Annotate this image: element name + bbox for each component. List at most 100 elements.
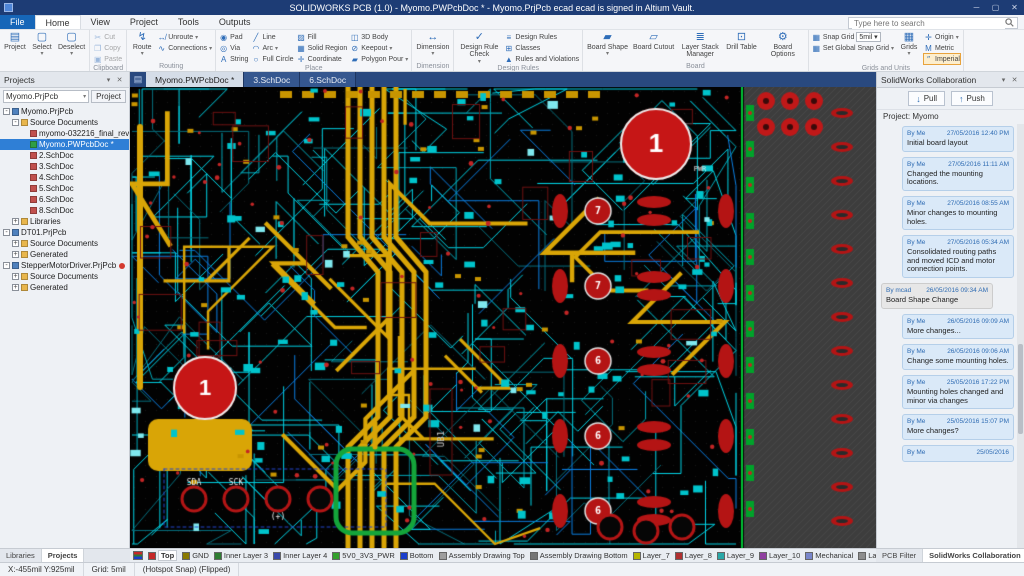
layer-tab-layer-7[interactable]: Layer_7 [643, 551, 670, 560]
panel-tab-projects[interactable]: Projects [42, 549, 85, 562]
ribbon-pad[interactable]: ◉Pad [219, 32, 248, 42]
ribbon-keepout[interactable]: ⊘Keepout▾ [350, 43, 408, 53]
comment-list[interactable]: By Me27/05/2016 12:40 PMInitial board la… [877, 123, 1024, 548]
ribbon-coordinate[interactable]: ✛Coordinate [297, 54, 348, 64]
layer-color-chip-layer-7[interactable] [633, 552, 641, 560]
tree-item-libraries[interactable]: +Libraries [0, 216, 129, 227]
snap-grid-combo[interactable]: 5mil ▾ [856, 32, 880, 42]
layer-color-chip-top[interactable] [148, 552, 156, 560]
layer-color-chip-gnd[interactable] [182, 552, 190, 560]
tree-item-source-documents[interactable]: +Source Documents [0, 238, 129, 249]
tree-item-source-documents[interactable]: +Source Documents [0, 271, 129, 282]
ribbon-rules-and-violations[interactable]: ▲Rules and Violations [504, 54, 579, 64]
layer-color-chip-layer-20[interactable] [858, 552, 866, 560]
ribbon-imperial[interactable]: ″Imperial [924, 54, 960, 64]
comment-card[interactable]: By Me26/05/2016 09:09 AMMore changes... [902, 314, 1014, 340]
ribbon-deselect[interactable]: ▢Deselect▾ [57, 31, 86, 58]
layer-tab-top[interactable]: Top [158, 550, 177, 561]
expand-icon[interactable]: + [12, 251, 19, 258]
layer-tab-assembly-drawing-bottom[interactable]: Assembly Drawing Bottom [540, 551, 628, 560]
search-box[interactable] [848, 17, 1018, 29]
menu-tab-project[interactable]: Project [120, 15, 168, 29]
tree-item-source-documents[interactable]: -Source Documents [0, 117, 129, 128]
ribbon-via[interactable]: ◎Via [219, 43, 248, 53]
comment-card[interactable]: By Me27/05/2016 11:11 AMChanged the moun… [902, 157, 1014, 191]
pcb-editor-canvas[interactable] [130, 87, 876, 548]
tree-item-steppermotordriver-prjpcb[interactable]: -StepperMotorDriver.PrjPcb [0, 260, 129, 271]
tree-item-2-schdoc[interactable]: 2.SchDoc [0, 150, 129, 161]
ribbon-metric[interactable]: MMetric [924, 43, 960, 53]
scrollbar-thumb[interactable] [1018, 344, 1023, 434]
expand-icon[interactable]: + [12, 284, 19, 291]
ribbon-solid-region[interactable]: ▦Solid Region [297, 43, 348, 53]
project-button[interactable]: Project [91, 90, 126, 103]
layer-color-chip-5v0-3v3-pwr[interactable] [332, 552, 340, 560]
comment-card[interactable]: By Me25/05/2016 17:22 PMMounting holes c… [902, 375, 1014, 409]
tree-item-3-schdoc[interactable]: 3.SchDoc [0, 161, 129, 172]
tree-item-5-schdoc[interactable]: 5.SchDoc [0, 183, 129, 194]
ribbon-polygon-pour[interactable]: ▰Polygon Pour▾ [350, 54, 408, 64]
comment-card[interactable]: By Me26/05/2016 09:06 AMChange some moun… [902, 344, 1014, 370]
tree-item-8-schdoc[interactable]: 8.SchDoc [0, 205, 129, 216]
ribbon-drill-table[interactable]: ⊡Drill Table [725, 31, 758, 51]
document-tab-6-schdoc[interactable]: 6.SchDoc [300, 72, 356, 87]
layer-tab-inner-layer-3[interactable]: Inner Layer 3 [224, 551, 268, 560]
collapse-icon[interactable]: - [3, 108, 10, 115]
layer-set-icon[interactable] [133, 551, 143, 560]
menu-tab-view[interactable]: View [81, 15, 120, 29]
panel-tab-solidworks-collaboration[interactable]: SolidWorks Collaboration [923, 549, 1024, 562]
ribbon-copy[interactable]: ❐Copy [93, 43, 122, 53]
layer-color-chip-assembly-drawing-bottom[interactable] [530, 552, 538, 560]
ribbon-full-circle[interactable]: ○Full Circle [251, 54, 293, 64]
tree-item-6-schdoc[interactable]: 6.SchDoc [0, 194, 129, 205]
collapse-icon[interactable]: - [3, 229, 10, 236]
ribbon-route[interactable]: ↯Route▾ [130, 31, 154, 58]
menu-tab-tools[interactable]: Tools [168, 15, 209, 29]
ribbon-origin[interactable]: ✛Origin▾ [924, 32, 960, 42]
ribbon-project[interactable]: ▤Project [3, 31, 27, 51]
comment-card[interactable]: By mcad26/05/2016 09:34 AMBoard Shape Ch… [881, 283, 993, 309]
projects-panel-close-icon[interactable]: ✕ [114, 76, 125, 84]
layer-tab-layer-10[interactable]: Layer_10 [769, 551, 800, 560]
tree-item-myomo-032216-final-rev[interactable]: myomo-032216_final_rev [0, 128, 129, 139]
maximize-button[interactable]: ▢ [986, 3, 1005, 12]
ribbon-grids[interactable]: ▦Grids▾ [897, 31, 921, 58]
ribbon-string[interactable]: AString [219, 54, 248, 64]
document-tab-myomo-pwpcbdoc[interactable]: Myomo.PWPcbDoc * [146, 72, 244, 87]
search-input[interactable] [852, 18, 1005, 29]
panel-tab-libraries[interactable]: Libraries [0, 549, 42, 562]
tree-item-myomo-prjpcb[interactable]: -Myomo.PrjPcb [0, 106, 129, 117]
comment-card[interactable]: By Me27/05/2016 08:55 AMMinor changes to… [902, 196, 1014, 230]
ribbon-paste[interactable]: ▣Paste [93, 54, 122, 64]
collaboration-scrollbar[interactable] [1017, 124, 1024, 548]
comment-card[interactable]: By Me25/05/2016 [902, 445, 1014, 462]
comment-card[interactable]: By Me25/05/2016 15:07 PMMore changes? [902, 414, 1014, 440]
ribbon-fill[interactable]: ▨Fill [297, 32, 348, 42]
ribbon-dimension[interactable]: ↔Dimension▾ [415, 31, 450, 58]
layer-color-chip-layer-9[interactable] [717, 552, 725, 560]
tree-item-myomo-pwpcbdoc[interactable]: Myomo.PWPcbDoc * [0, 139, 129, 150]
collaboration-close-icon[interactable]: ✕ [1009, 76, 1020, 84]
layer-tab-layer-8[interactable]: Layer_8 [685, 551, 712, 560]
comment-card[interactable]: By Me27/05/2016 12:40 PMInitial board la… [902, 126, 1014, 152]
layer-tab-layer-20[interactable]: Layer_20 [868, 551, 876, 560]
ribbon-line[interactable]: ╱Line [251, 32, 293, 42]
menu-tab-file[interactable]: File [0, 15, 35, 29]
ribbon-design-rules[interactable]: ≡Design Rules [504, 32, 579, 42]
project-selector-combo[interactable]: Myomo.PrjPcb ▾ [3, 90, 89, 103]
layer-color-chip-inner-layer-3[interactable] [214, 552, 222, 560]
layer-color-chip-layer-10[interactable] [759, 552, 767, 560]
collaboration-menu-icon[interactable]: ▾ [998, 76, 1009, 84]
layer-tab-bottom[interactable]: Bottom [410, 551, 434, 560]
ribbon-unroute[interactable]: ↮Unroute▾ [157, 32, 212, 42]
documents-icon[interactable]: ▤ [130, 72, 146, 87]
close-button[interactable]: ✕ [1005, 3, 1024, 12]
projects-panel-menu-icon[interactable]: ▾ [103, 76, 114, 84]
tree-item-generated[interactable]: +Generated [0, 282, 129, 293]
ribbon-set-global-snap-grid[interactable]: ▦Set Global Snap Grid▾ [812, 43, 894, 53]
layer-tab-inner-layer-4[interactable]: Inner Layer 4 [283, 551, 327, 560]
tree-item-generated[interactable]: +Generated [0, 249, 129, 260]
ribbon-cut[interactable]: ✂Cut [93, 32, 122, 42]
ribbon-select[interactable]: ▢Select▾ [30, 31, 54, 58]
expand-icon[interactable]: + [12, 218, 19, 225]
